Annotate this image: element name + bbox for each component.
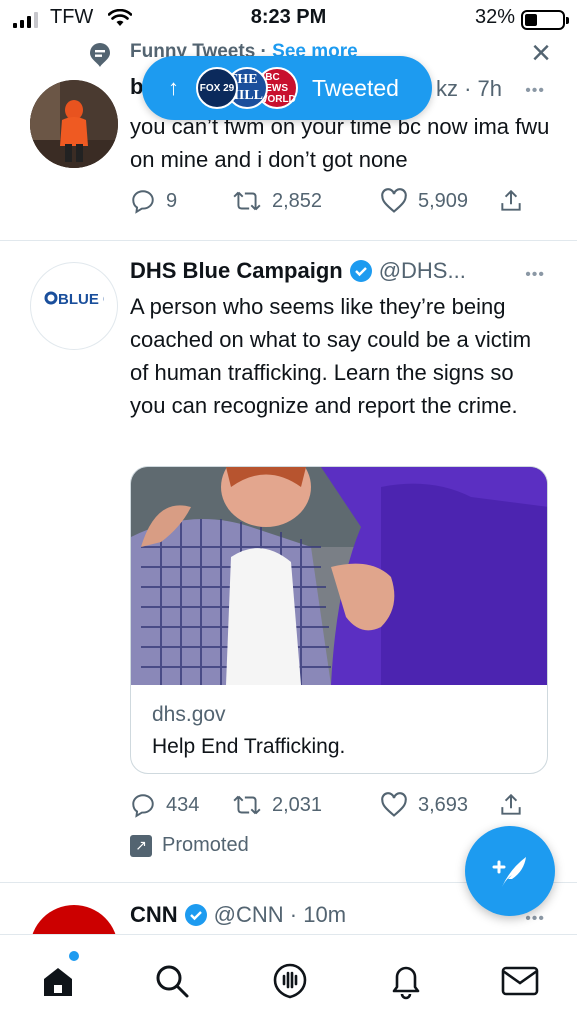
search-icon <box>156 965 189 998</box>
close-icon[interactable]: × <box>531 36 551 70</box>
reply-count: 434 <box>166 793 200 816</box>
tab-messages[interactable] <box>498 959 542 1003</box>
like-count: 3,693 <box>418 793 469 816</box>
tab-home[interactable] <box>36 951 80 1003</box>
share-icon[interactable] <box>498 188 524 214</box>
share-icon[interactable] <box>498 792 524 818</box>
heart-icon <box>381 188 407 213</box>
link-card[interactable]: dhs.gov Help End Trafficking. <box>130 466 548 774</box>
compose-feather-icon <box>492 857 526 887</box>
promoted-label: ↗ Promoted <box>130 834 249 857</box>
pill-avatar: FOX 29 <box>196 67 238 109</box>
notifications-icon <box>392 966 420 1000</box>
avatar-photo <box>30 80 118 168</box>
reply-button[interactable]: 434 <box>130 792 232 818</box>
verified-icon <box>349 260 372 282</box>
more-options-icon[interactable]: ••• <box>525 266 545 284</box>
tweeted-pill[interactable]: ↑ FOX 29 THE HILL BBC NEWS WORLD Tweeted <box>142 56 432 120</box>
arrow-up-icon: ↑ <box>168 75 179 100</box>
compose-tweet-button[interactable] <box>465 826 555 916</box>
handle-time: @CNN · 10m <box>213 902 347 927</box>
topic-icon <box>90 43 110 67</box>
divider <box>0 240 577 241</box>
reply-icon <box>132 190 154 214</box>
promoted-text: Promoted <box>162 834 249 856</box>
more-options-icon[interactable]: ••• <box>525 82 545 100</box>
heart-icon <box>381 792 407 817</box>
handle-time: kz · 7h <box>436 76 503 101</box>
reply-count: 9 <box>166 189 178 212</box>
tab-bar <box>0 934 577 1024</box>
tab-notifications[interactable] <box>384 959 428 1003</box>
tweet-header: CNN @CNN · 10m <box>130 902 346 928</box>
avatar[interactable] <box>30 80 118 168</box>
tab-spaces[interactable] <box>268 959 312 1003</box>
reply-button[interactable]: 9 <box>130 188 232 214</box>
spaces-icon <box>273 963 307 999</box>
retweet-button[interactable]: 2,031 <box>232 792 380 818</box>
messages-icon <box>501 966 539 996</box>
retweet-icon <box>233 191 261 211</box>
pill-avatars: FOX 29 THE HILL BBC NEWS WORLD <box>196 65 326 111</box>
tweet-text: A person who seems like they’re being co… <box>130 294 532 418</box>
like-button[interactable]: 5,909 <box>380 188 498 214</box>
verified-icon <box>184 904 207 926</box>
blue-campaign-logo: BLUE CAMPAIGN <box>44 291 104 308</box>
home-notification-dot <box>69 951 79 961</box>
retweet-icon <box>233 795 261 815</box>
promoted-icon: ↗ <box>130 834 152 857</box>
retweet-count: 2,852 <box>272 189 323 212</box>
card-domain: dhs.gov <box>152 703 226 726</box>
home-icon <box>44 968 72 996</box>
tab-search[interactable] <box>150 959 194 1003</box>
card-title: Help End Trafficking. <box>152 735 346 758</box>
battery-percent: 32% <box>474 6 515 28</box>
author-name[interactable]: DHS Blue Campaign <box>130 258 343 284</box>
battery-icon <box>521 10 569 30</box>
retweet-button[interactable]: 2,852 <box>232 188 380 214</box>
like-count: 5,909 <box>418 189 469 212</box>
tweet-actions: 434 2,031 3,693 <box>130 788 530 822</box>
more-options-icon[interactable]: ••• <box>525 910 545 928</box>
avatar[interactable]: BLUE CAMPAIGN <box>30 262 118 350</box>
retweet-count: 2,031 <box>272 793 323 816</box>
card-image <box>131 467 547 685</box>
reply-icon <box>132 794 154 818</box>
handle: @DHS... <box>378 258 466 283</box>
logo-text-blue: BLUE CAMPAIGN <box>58 291 104 308</box>
like-button[interactable]: 3,693 <box>380 792 498 818</box>
tweet-actions: 9 2,852 5,909 <box>130 184 530 218</box>
author-name[interactable]: CNN <box>130 902 178 928</box>
status-bar: TFW 8:23 PM 32% <box>0 0 577 38</box>
tweet-header: DHS Blue Campaign @DHS... <box>130 258 466 284</box>
